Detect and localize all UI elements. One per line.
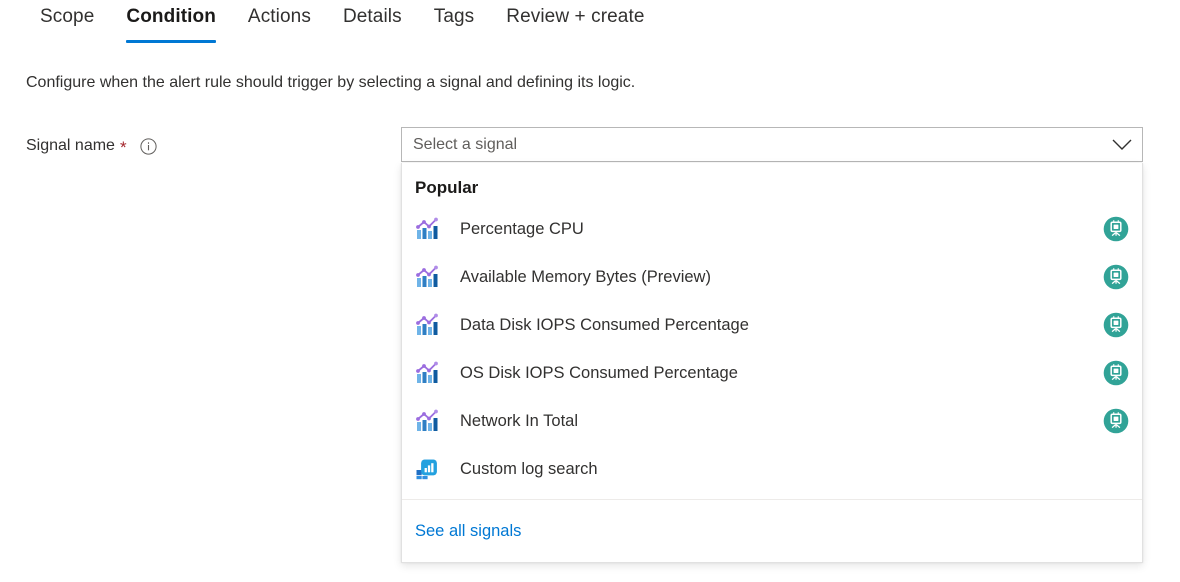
virtual-machine-icon [1103, 360, 1129, 386]
tab-label: Scope [40, 6, 95, 27]
tab-label: Details [342, 6, 402, 27]
tab-label: Actions [247, 6, 311, 27]
list-item-label: OS Disk IOPS Consumed Percentage [460, 364, 738, 382]
list-item[interactable]: OS Disk IOPS Consumed Percentage [402, 349, 1142, 397]
see-all-signals-link[interactable]: See all signals [415, 520, 521, 542]
signal-name-input-placeholder[interactable]: Select a signal [402, 136, 1102, 154]
tab-label: Tags [433, 6, 475, 27]
tab-label: Condition [126, 6, 216, 27]
signal-option-list: Percentage CPU Available Memory Bytes (P… [402, 205, 1142, 499]
list-item-badge-empty [1103, 456, 1129, 482]
log-search-icon [415, 457, 439, 481]
tab-label: Review + create [506, 6, 645, 27]
dropdown-group-header-popular: Popular [415, 178, 479, 197]
signal-name-combobox[interactable]: Select a signal [401, 127, 1143, 162]
tab-review-create[interactable]: Review + create [490, 0, 660, 43]
metric-chart-icon [415, 217, 439, 241]
tab-tags[interactable]: Tags [418, 0, 491, 43]
list-item[interactable]: Data Disk IOPS Consumed Percentage [402, 301, 1142, 349]
dropdown-footer: See all signals [402, 500, 1142, 562]
signal-name-field-row: Signal name * [26, 132, 157, 160]
list-item[interactable]: Custom log search [402, 445, 1142, 493]
list-item[interactable]: Percentage CPU [402, 205, 1142, 253]
metric-chart-icon [415, 361, 439, 385]
signal-dropdown-panel: Popular Percentage CPU Available Memory … [401, 163, 1143, 563]
metric-chart-icon [415, 313, 439, 337]
page-description: Configure when the alert rule should tri… [26, 74, 636, 91]
required-asterisk: * [119, 138, 127, 157]
metric-chart-icon [415, 409, 439, 433]
list-item-label: Custom log search [460, 460, 598, 478]
virtual-machine-icon [1103, 216, 1129, 242]
tab-condition[interactable]: Condition [110, 0, 232, 43]
tab-scope[interactable]: Scope [24, 0, 110, 43]
list-item[interactable]: Network In Total [402, 397, 1142, 445]
tab-details[interactable]: Details [327, 0, 418, 43]
signal-name-label: Signal name [26, 137, 115, 154]
virtual-machine-icon [1103, 408, 1129, 434]
list-item-label: Data Disk IOPS Consumed Percentage [460, 316, 749, 334]
chevron-down-icon[interactable] [1102, 128, 1142, 161]
metric-chart-icon [415, 265, 439, 289]
virtual-machine-icon [1103, 312, 1129, 338]
info-icon[interactable] [139, 137, 157, 155]
list-item[interactable]: Available Memory Bytes (Preview) [402, 253, 1142, 301]
tab-actions[interactable]: Actions [232, 0, 327, 43]
list-item-label: Percentage CPU [460, 220, 584, 238]
wizard-tab-strip: Scope Condition Actions Details Tags Rev… [0, 0, 1180, 50]
virtual-machine-icon [1103, 264, 1129, 290]
list-item-label: Network In Total [460, 412, 578, 430]
list-item-label: Available Memory Bytes (Preview) [460, 268, 711, 286]
